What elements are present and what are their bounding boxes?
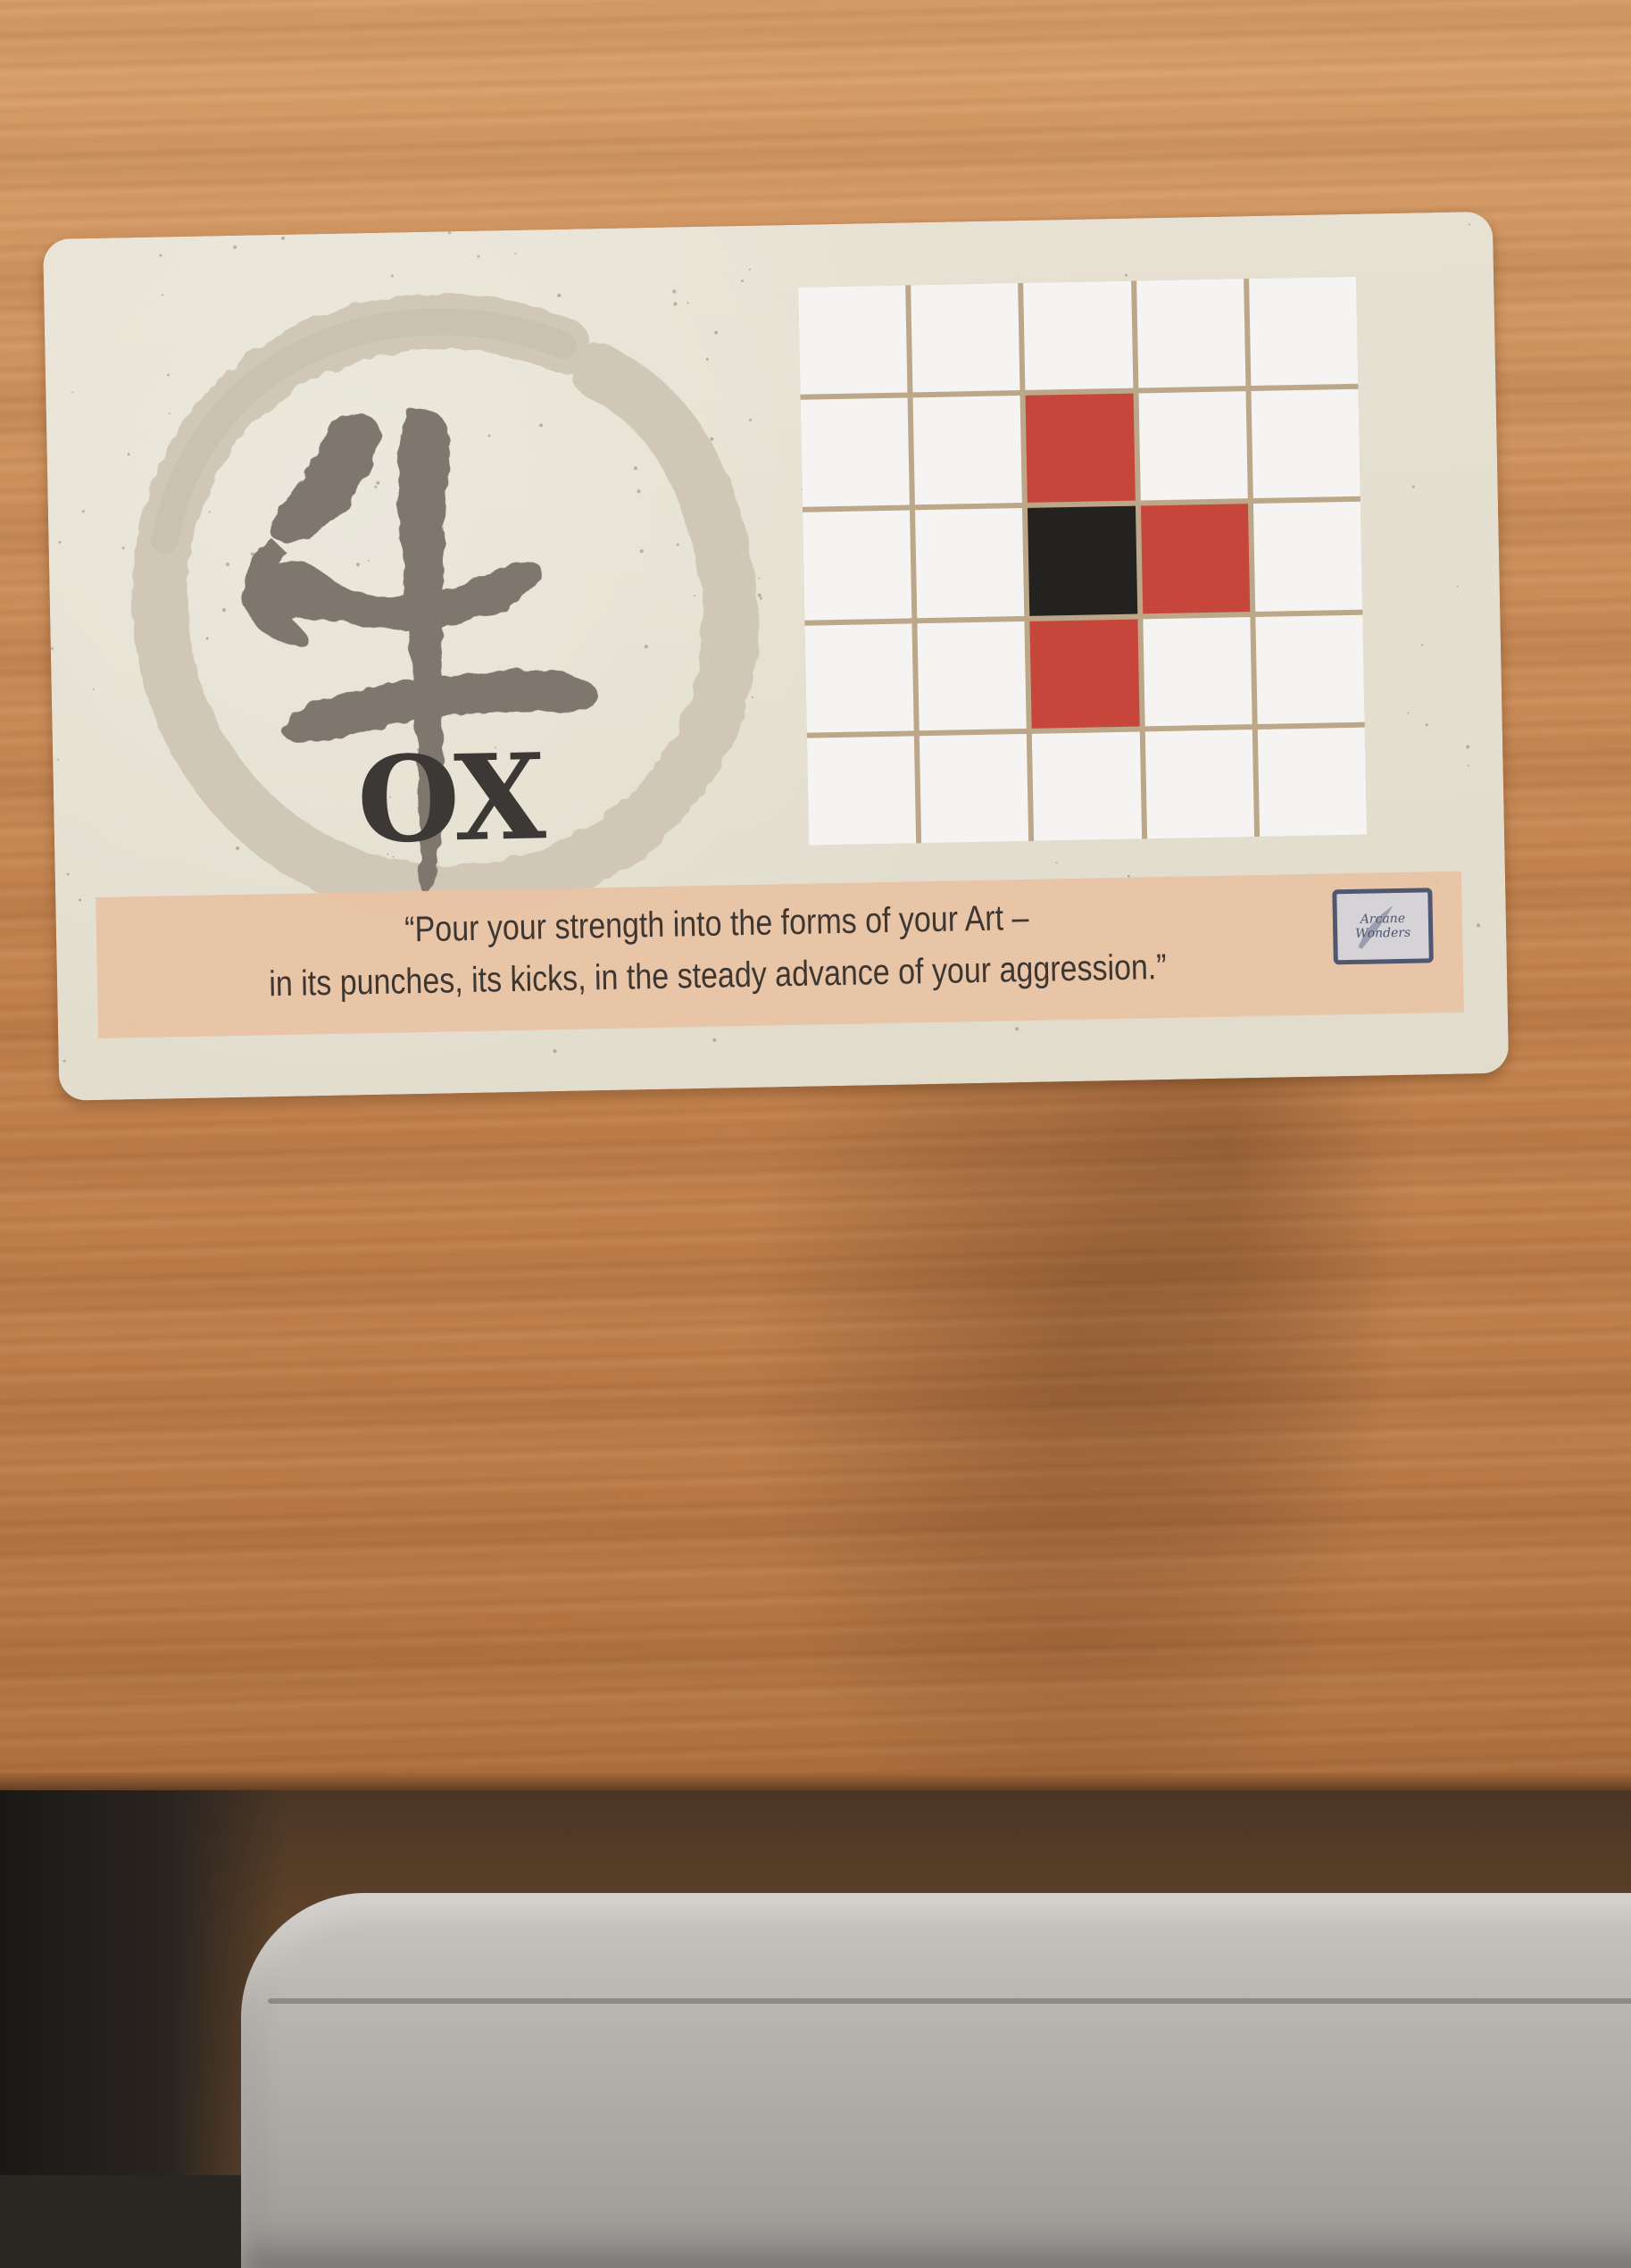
table-edge [0,1772,1631,1792]
grid-square [1257,727,1368,837]
paper-speck [447,231,451,235]
logo-line-2: Wonders [1355,925,1411,941]
move-square [1025,393,1136,504]
grid-square [920,733,1029,844]
publisher-logo: Arcane Wonders [1332,888,1434,965]
move-square [1029,619,1140,729]
paper-speck [477,254,480,258]
couch-cushion [241,1893,1631,2268]
paper-speck [280,236,286,240]
paper-speck [81,510,85,513]
origin-square [1028,505,1137,616]
grid-square [800,397,911,508]
grid-square [1144,729,1254,839]
paper-speck [1425,723,1428,727]
grid-square [803,510,912,621]
paper-speck [1015,1027,1019,1031]
paper-speck [62,1059,66,1063]
game-card[interactable]: OX “Pour your strength into the forms of… [43,211,1510,1101]
grid-square [912,396,1023,505]
grid-square [915,508,1025,618]
grid-square [1136,279,1246,388]
grid-square [806,736,917,846]
grid-square [1252,502,1363,612]
grid-square [1138,391,1248,501]
grid-square [1142,616,1252,727]
grid-square [917,621,1028,731]
grid-square [1023,280,1134,391]
move-grid [798,276,1368,846]
paper-speck [1477,923,1481,928]
paper-speck [50,646,54,650]
paper-speck [1420,644,1424,646]
paper-speck [92,688,95,691]
grid-square [804,622,914,733]
grid-square [1255,614,1365,724]
paper-speck [1124,273,1128,277]
grid-square [1251,388,1361,499]
paper-speck [57,758,60,761]
paper-speck [233,245,237,249]
paper-speck [79,898,82,902]
logo-line-1: Arcane [1360,911,1406,927]
paper-speck [712,1038,717,1042]
couch-seam [268,1998,1631,2004]
paper-speck [553,1049,557,1054]
paper-speck [58,540,62,544]
paper-speck [66,872,70,876]
card-title: OX [355,728,544,871]
paper-speck [1466,745,1470,749]
paper-speck [1411,485,1415,488]
paper-speck [1456,585,1459,588]
paper-speck [1407,712,1410,714]
paper-speck [1467,764,1469,767]
grid-square [798,285,908,395]
paper-speck [514,252,517,254]
paper-speck [1468,223,1470,226]
paper-speck [71,391,74,394]
paper-speck [1055,862,1058,864]
grid-square [1032,731,1142,841]
card-quote: “Pour your strength into the forms of yo… [223,888,1211,1011]
grid-square [911,283,1020,393]
grid-square [1248,276,1359,387]
move-square [1140,504,1251,614]
paper-speck [159,254,162,257]
